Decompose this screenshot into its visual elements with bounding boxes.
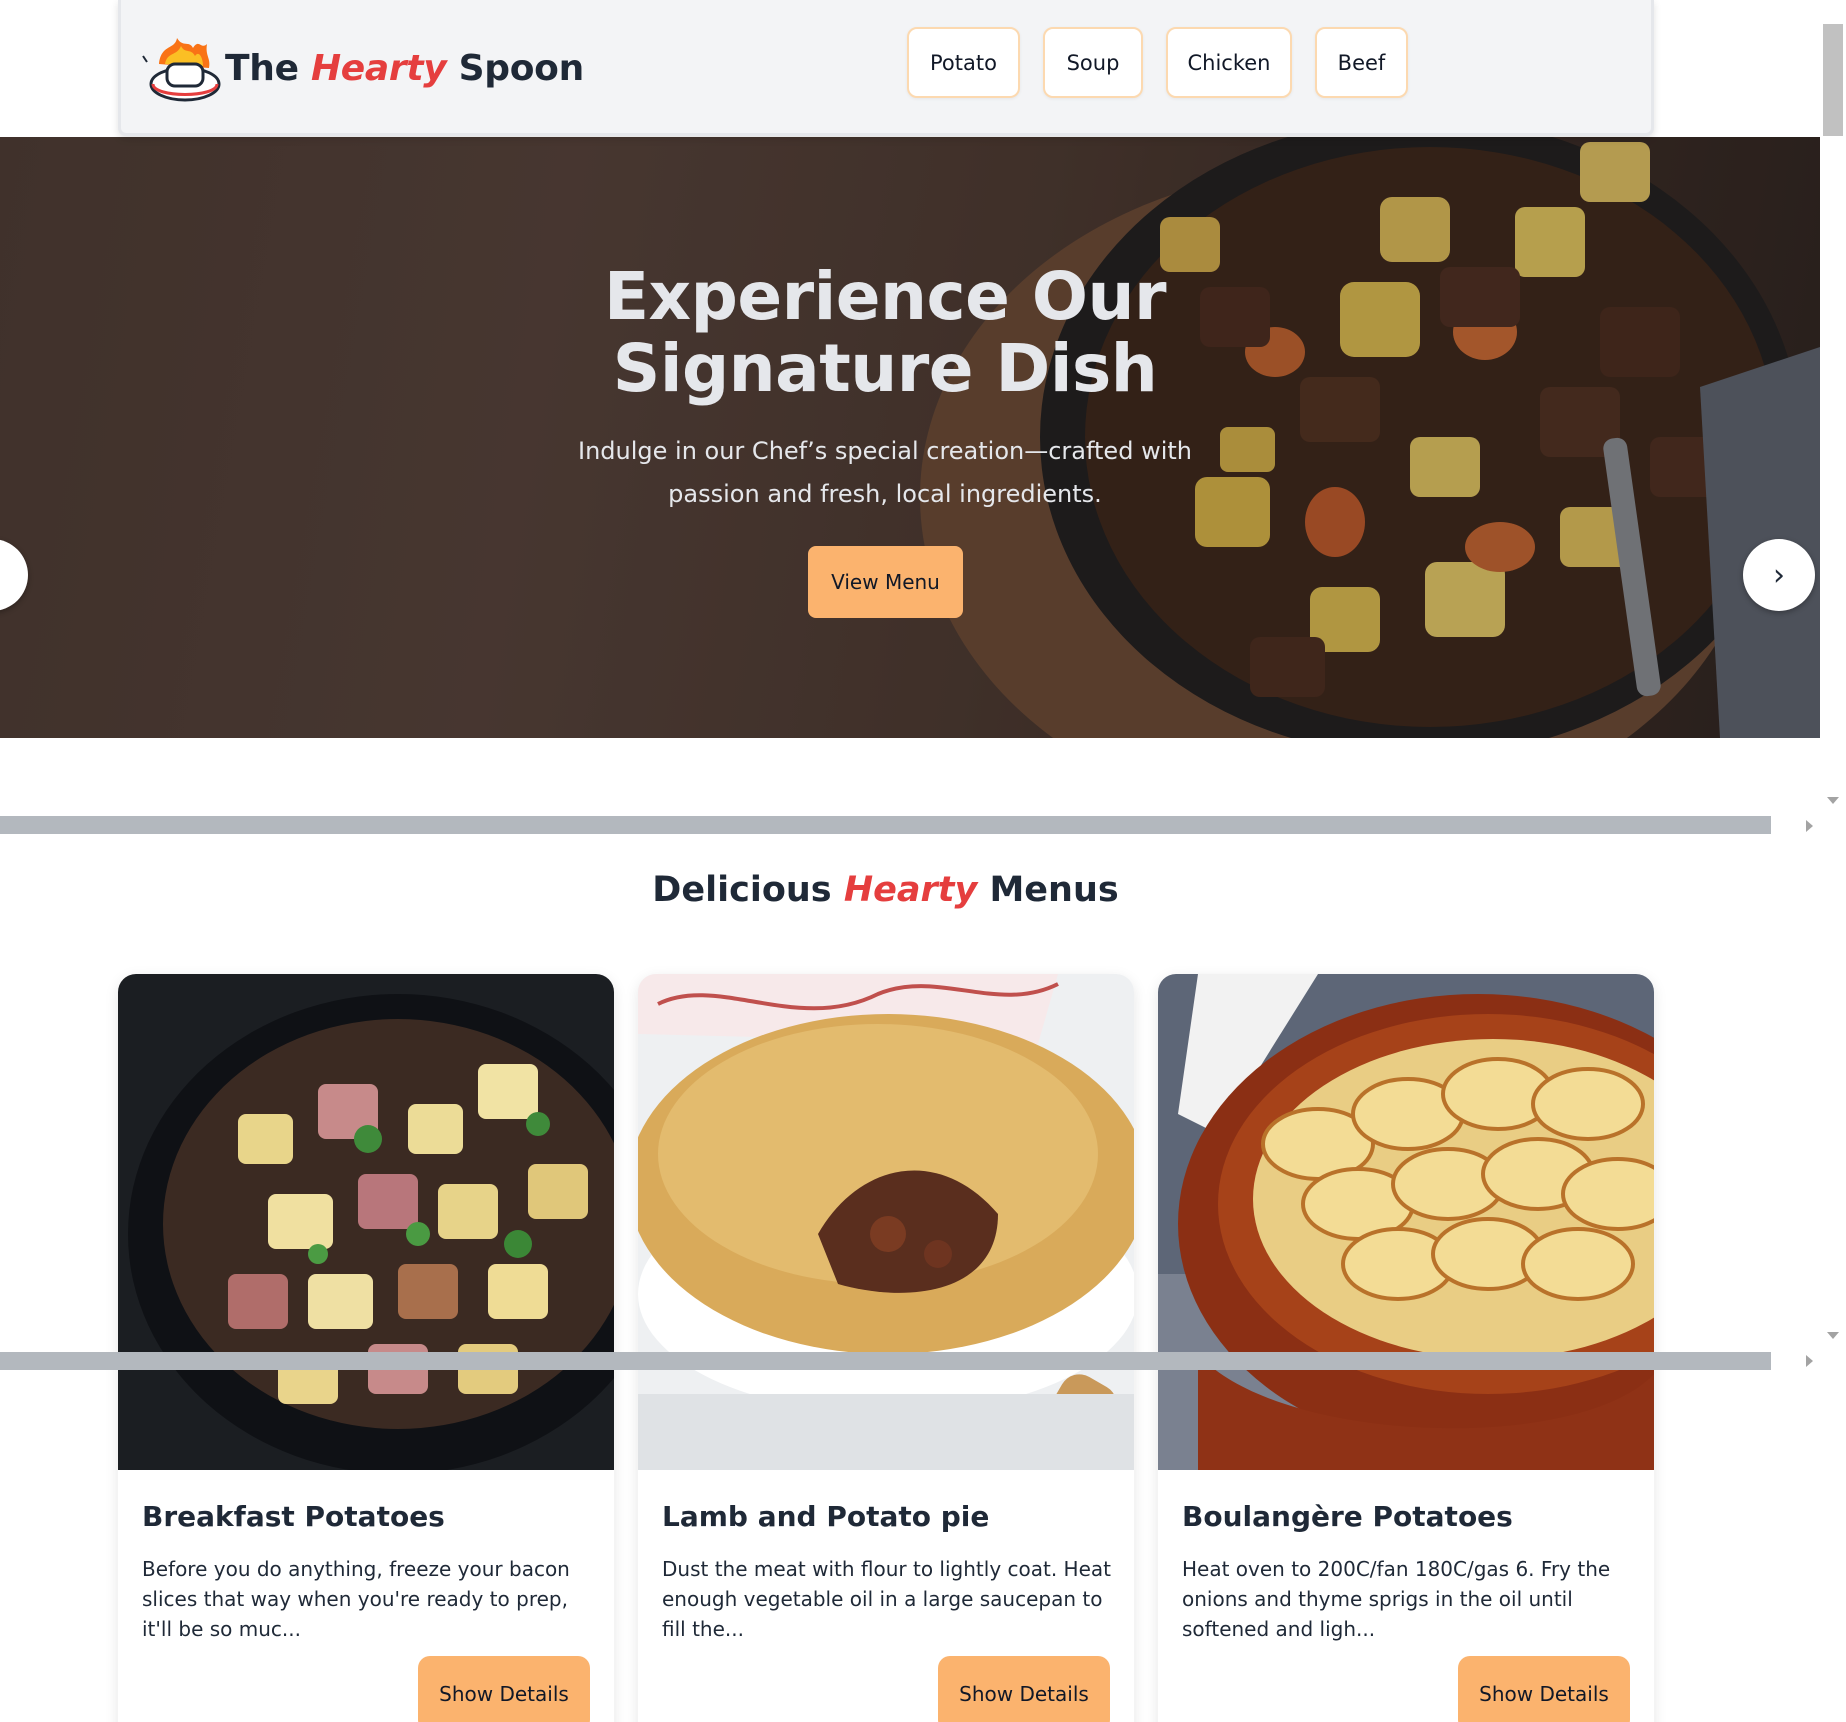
show-details-button[interactable]: Show Details xyxy=(938,1656,1110,1722)
card-description: Before you do anything, freeze your baco… xyxy=(142,1557,570,1641)
scroll-right-arrow-icon[interactable] xyxy=(1806,820,1813,832)
nav-potato-button[interactable]: Potato xyxy=(907,27,1020,98)
lamb-potato-pie-image xyxy=(638,974,1134,1470)
horizontal-scrollbar[interactable] xyxy=(0,816,1771,834)
scroll-right-arrow-icon[interactable] xyxy=(1806,1355,1813,1367)
menus-title-prefix: Delicious xyxy=(652,870,832,910)
navbar: The Hearty Spoon Potato Soup Chicken Bee… xyxy=(118,0,1654,136)
menu-card: Boulangère Potatoes Heat oven to 200C/fa… xyxy=(1158,974,1654,1722)
scroll-down-arrow-icon[interactable] xyxy=(1827,797,1839,804)
horizontal-scrollbar[interactable] xyxy=(0,1352,1771,1370)
card-title: Lamb and Potato pie xyxy=(662,1500,990,1533)
menus-title-accent: Hearty xyxy=(843,870,978,910)
brand-name[interactable]: The Hearty Spoon xyxy=(225,48,584,89)
menus-section-title: Delicious Hearty Menus xyxy=(0,870,1771,910)
hero-title: Experience Our Signature Dish xyxy=(603,258,1167,407)
scroll-down-arrow-icon[interactable] xyxy=(1827,1332,1839,1339)
chef-hat-icon[interactable] xyxy=(141,34,227,106)
card-title: Breakfast Potatoes xyxy=(142,1500,445,1533)
card-description: Heat oven to 200C/fan 180C/gas 6. Fry th… xyxy=(1182,1557,1611,1641)
brand-suffix: Spoon xyxy=(458,48,585,89)
brand-accent: Hearty xyxy=(310,48,447,89)
hero-subtitle: Indulge in our Chef’s special creation—c… xyxy=(578,437,1192,508)
menus-title-suffix: Menus xyxy=(989,870,1119,910)
carousel-next-button[interactable]: › xyxy=(1743,539,1815,611)
nav-soup-button[interactable]: Soup xyxy=(1043,27,1143,98)
nav-chicken-button[interactable]: Chicken xyxy=(1166,27,1292,98)
menu-card: Breakfast Potatoes Before you do anythin… xyxy=(118,974,614,1722)
show-details-button[interactable]: Show Details xyxy=(1458,1656,1630,1722)
show-details-button[interactable]: Show Details xyxy=(418,1656,590,1722)
nav-beef-button[interactable]: Beef xyxy=(1315,27,1408,98)
menu-card: Lamb and Potato pie Dust the meat with f… xyxy=(638,974,1134,1722)
card-description: Dust the meat with flour to lightly coat… xyxy=(662,1557,1111,1641)
card-title: Boulangère Potatoes xyxy=(1182,1500,1513,1533)
vertical-scrollbar-thumb[interactable] xyxy=(1823,24,1843,136)
boulangere-potatoes-image xyxy=(1158,974,1654,1470)
view-menu-button[interactable]: View Menu xyxy=(808,546,963,618)
hero-banner: Experience Our Signature Dish Indulge in… xyxy=(0,137,1820,738)
chevron-right-icon: › xyxy=(1773,557,1785,593)
brand-prefix: The xyxy=(225,48,299,89)
breakfast-potatoes-image xyxy=(118,974,614,1470)
